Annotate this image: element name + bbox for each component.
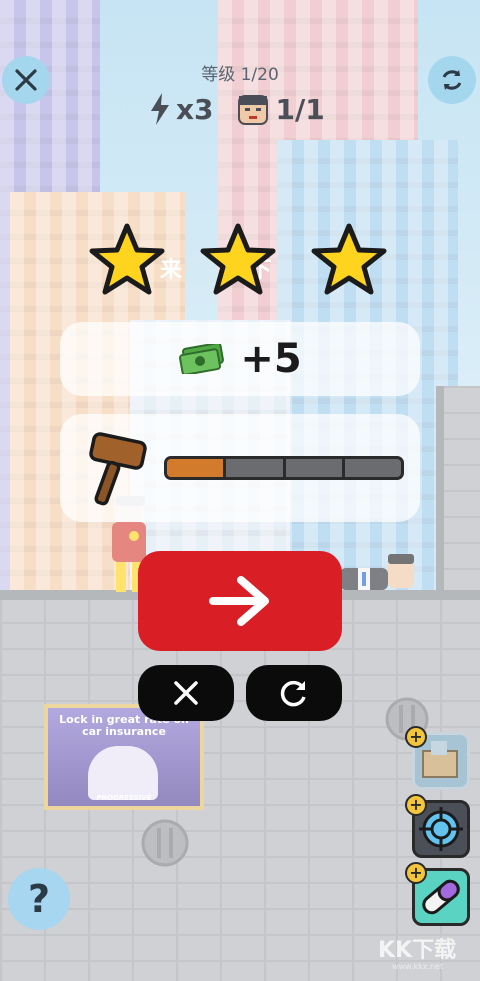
watermark-url: www.kkx.net: [392, 962, 444, 971]
help-button[interactable]: ?: [8, 868, 70, 930]
progress-segment: [226, 459, 286, 477]
star-rating: [88, 222, 388, 298]
progress-segment: [167, 459, 227, 477]
replay-button[interactable]: [246, 665, 342, 721]
progress-segment: [286, 459, 345, 477]
star-icon: [311, 223, 387, 295]
thug-face-icon: [237, 95, 268, 125]
hammer-icon: [89, 432, 147, 506]
restart-icon: [280, 680, 306, 707]
watermark-logo: KK下载: [378, 938, 457, 963]
hammer-progress-card: [60, 414, 420, 522]
add-powerup-icon[interactable]: +: [405, 862, 427, 884]
energy-count: x3: [176, 92, 214, 126]
arrow-right-icon: [209, 576, 269, 626]
money-icon: [179, 344, 225, 374]
level-stats: x3 1/1: [150, 92, 325, 126]
star-icon: [200, 223, 276, 295]
next-level-button[interactable]: [138, 551, 342, 651]
star-icon: [89, 223, 165, 295]
reward-amount: +5: [240, 336, 302, 382]
hammer-progress-bar: [164, 456, 404, 480]
add-powerup-icon[interactable]: +: [405, 794, 427, 816]
add-powerup-icon[interactable]: +: [405, 726, 427, 748]
close-icon: [174, 681, 198, 705]
lightning-icon: [151, 93, 169, 125]
target-count: 1/1: [275, 92, 325, 126]
progress-segment: [345, 459, 401, 477]
level-indicator: 等级 1/20: [201, 65, 279, 85]
target-stat: 1/1: [236, 92, 325, 126]
reward-card: +5: [60, 322, 420, 396]
energy-stat: x3: [150, 93, 214, 126]
dismiss-button[interactable]: [138, 665, 234, 721]
